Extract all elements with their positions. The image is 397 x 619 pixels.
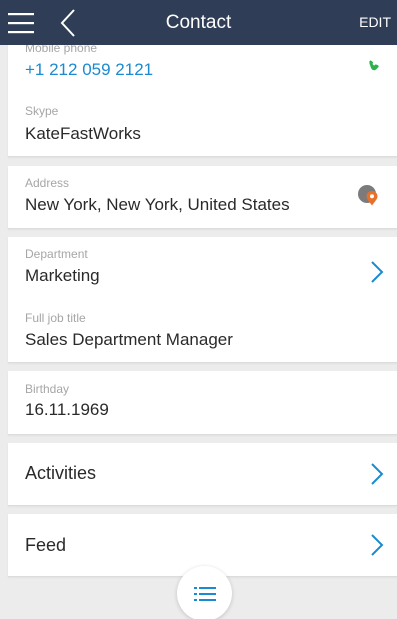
activities-row[interactable]: Activities bbox=[8, 443, 397, 506]
job-card: Department Marketing Full job title Sale… bbox=[8, 237, 397, 363]
chevron-right-icon bbox=[371, 534, 384, 556]
address-value[interactable]: New York, New York, United States bbox=[25, 195, 290, 215]
skype-label: Skype bbox=[25, 104, 59, 118]
chevron-left-icon[interactable] bbox=[58, 8, 78, 38]
feed-label: Feed bbox=[25, 535, 67, 555]
address-card: Address New York, New York, United State… bbox=[8, 166, 397, 229]
map-pin-icon[interactable] bbox=[356, 182, 382, 208]
list-menu-button[interactable] bbox=[177, 566, 232, 619]
birthday-value: 16.11.1969 bbox=[25, 400, 109, 419]
chevron-right-icon bbox=[371, 463, 384, 485]
department-label: Department bbox=[25, 247, 88, 261]
top-app-bar: Contact EDIT bbox=[0, 0, 397, 45]
phone-icon[interactable] bbox=[366, 52, 386, 72]
job-title-label: Full job title bbox=[25, 311, 86, 325]
department-value[interactable]: Marketing bbox=[25, 266, 100, 286]
birthday-label: Birthday bbox=[25, 382, 70, 396]
birthday-card: Birthday 16.11.1969 bbox=[8, 371, 397, 435]
job-title-value: Sales Department Manager bbox=[25, 330, 233, 349]
list-icon bbox=[193, 586, 216, 601]
activities-label: Activities bbox=[25, 463, 97, 483]
hamburger-menu-icon[interactable] bbox=[6, 11, 38, 35]
contact-details: Mobile phone +1 212 059 2121 Skype KateF… bbox=[0, 0, 397, 619]
mobile-phone-value[interactable]: +1 212 059 2121 bbox=[25, 60, 153, 80]
edit-button[interactable]: EDIT bbox=[355, 0, 395, 45]
chevron-right-icon[interactable] bbox=[370, 261, 384, 283]
skype-value: KateFastWorks bbox=[25, 124, 141, 143]
address-label: Address bbox=[25, 176, 70, 190]
